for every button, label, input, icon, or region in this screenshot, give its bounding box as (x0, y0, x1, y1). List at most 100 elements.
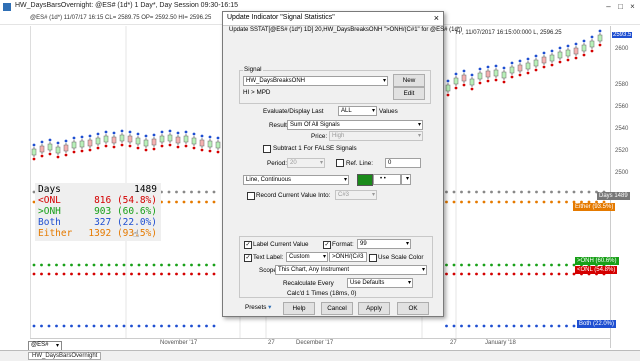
signal-stats-panel: Days 1489 <ONL 816 (54.8%) >ONH 903 (60.… (35, 183, 161, 241)
indicator-dot (115, 324, 118, 328)
indicator-dot (130, 263, 133, 267)
indicator-dot (497, 190, 501, 194)
onh-dot (550, 49, 554, 53)
price-tick: 2540 (615, 126, 629, 132)
ref-line-value: 0 (388, 160, 392, 166)
ref-line-input[interactable]: 0 (385, 158, 421, 168)
indicator-dot (572, 324, 576, 328)
candle-body (215, 141, 221, 149)
close-icon[interactable]: × (434, 13, 439, 23)
time-tick: November '17 (160, 340, 198, 346)
indicator-dot (167, 263, 171, 267)
label-current-checkbox[interactable]: ✓ (244, 241, 252, 249)
indicator-dot (175, 190, 178, 194)
onh-dot (574, 42, 578, 46)
plot-color-swatch[interactable] (357, 174, 373, 186)
onl-dot (96, 146, 100, 150)
close-icon[interactable]: × (628, 2, 637, 11)
format-checkbox[interactable]: ✓ (323, 241, 331, 249)
label-current-label: Label Current Value (253, 241, 309, 248)
indicator-dot (512, 200, 516, 204)
new-signal-button[interactable]: New (393, 74, 425, 87)
indicator-dot (100, 263, 103, 267)
candle-body (477, 72, 483, 80)
indicator-dot (197, 263, 201, 267)
text-label-checkbox[interactable]: ✓ (244, 254, 252, 262)
cancel-button[interactable]: Cancel (321, 302, 353, 315)
apply-button[interactable]: Apply (358, 302, 390, 315)
period-label: Period: (267, 160, 287, 167)
onl-dot (88, 148, 92, 152)
onl-dot (542, 65, 546, 69)
indicator-dot (490, 190, 493, 194)
onl-label: <ONL (54.8%) (575, 266, 618, 274)
line-width-icon: • • (380, 176, 386, 182)
record-value-checkbox[interactable] (247, 192, 255, 200)
chart-app-icon (3, 3, 11, 11)
onl-dot (160, 144, 164, 148)
indicator-dot (212, 263, 216, 267)
record-value-select[interactable]: C#3 ▾ (335, 190, 377, 200)
line-style-select[interactable]: Line, Continuous ▾ (243, 175, 349, 185)
evaluate-select[interactable]: ALL ▾ (338, 106, 377, 116)
chevron-down-icon: ▾ (319, 160, 323, 166)
presets-menu[interactable]: Presets ▾ (245, 304, 271, 311)
indicator-dot (190, 190, 193, 194)
sheet-tab[interactable]: HW_DaysBarsOvernight (28, 352, 102, 360)
candle-body (533, 59, 539, 67)
indicator-dot (452, 272, 456, 276)
indicator-dot (512, 263, 516, 267)
indicator-dot (505, 324, 508, 328)
result-select[interactable]: Sum Of All Signals ▾ (287, 120, 423, 130)
both-label: Both (22.0%) (577, 320, 617, 328)
recalc-select[interactable]: Use Defaults ▾ (347, 278, 413, 288)
maximize-icon[interactable]: □ (616, 2, 625, 11)
text-label-input[interactable]: >ONH/(C#3 (329, 252, 367, 262)
indicator-dot (62, 324, 66, 328)
indicator-dot (475, 324, 478, 328)
edit-signal-button[interactable]: Edit (393, 87, 425, 100)
price-axis[interactable]: 2593.5 2600 2580 2560 2540 2520 2500 (610, 26, 640, 348)
chevron-down-icon: ▾ (407, 280, 411, 286)
candle-body (151, 138, 157, 146)
indicator-dot (490, 263, 493, 267)
period-select-value: 20 (290, 160, 297, 166)
indicator-dot (160, 324, 163, 328)
indicator-dot (205, 200, 208, 204)
text-label-mode-select[interactable]: Custom ▾ (286, 252, 328, 262)
chevron-down-icon: ▾ (322, 254, 326, 260)
candle-body (485, 70, 491, 78)
candle-body (557, 51, 563, 59)
indicator-dot (505, 200, 508, 204)
price-select[interactable]: High ▾ (329, 131, 423, 141)
minimize-icon[interactable]: – (604, 2, 613, 11)
indicator-dot (190, 272, 193, 276)
line-width-dropdown[interactable]: ▾ (401, 174, 411, 185)
onl-dot (526, 71, 530, 75)
onh-dot (56, 141, 60, 145)
help-button[interactable]: Help (283, 302, 315, 315)
ok-button[interactable]: OK (397, 302, 429, 315)
format-select[interactable]: 99 ▾ (357, 239, 411, 249)
indicator-dot (557, 263, 561, 267)
candle-body (47, 143, 53, 151)
indicator-dot (205, 324, 208, 328)
signal-select[interactable]: HW_DaysBreaksONH ▾ (243, 76, 388, 86)
indicator-dot (557, 190, 561, 194)
chevron-down-icon: ▾ (405, 241, 409, 247)
scale-color-checkbox[interactable] (369, 254, 377, 262)
chevron-down-icon: ▾ (417, 122, 421, 128)
ref-line-checkbox[interactable] (336, 159, 344, 167)
indicator-dot (197, 200, 201, 204)
period-select[interactable]: 20 ▾ (287, 158, 325, 168)
indicator-dot (92, 263, 96, 267)
indicator-dot (47, 272, 51, 276)
indicator-dot (182, 190, 186, 194)
update-indicator-dialog: Update Indicator "Signal Statistics" × U… (222, 11, 462, 317)
candle-body (191, 137, 197, 145)
indicator-dot (535, 190, 538, 194)
scope-select[interactable]: This Chart, Any Instrument ▾ (275, 265, 427, 275)
line-width-select[interactable]: • • (373, 174, 401, 185)
candle-body (589, 40, 595, 48)
subtract-false-checkbox[interactable] (263, 145, 271, 153)
